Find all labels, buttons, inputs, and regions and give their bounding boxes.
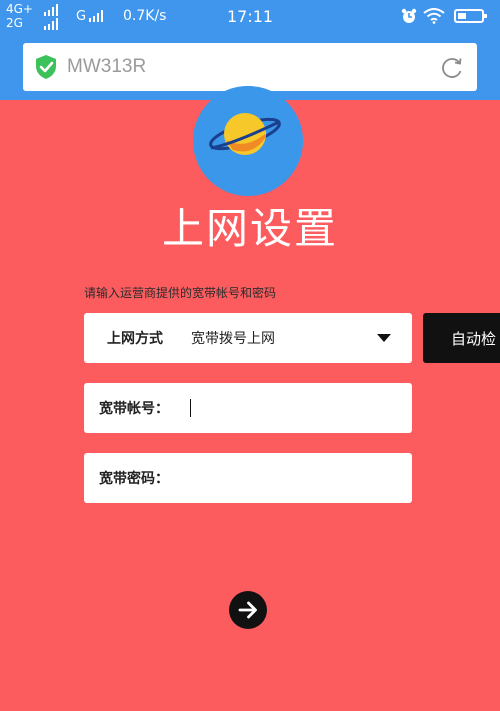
shield-check-icon (36, 55, 56, 79)
planet-logo (193, 86, 303, 196)
connection-method-value[interactable]: 宽带拨号上网 (191, 328, 275, 348)
account-input[interactable] (188, 395, 398, 421)
address-bar[interactable]: MW313R (23, 43, 477, 91)
connection-method-label: 上网方式 (107, 331, 163, 347)
signal-icon-g (89, 10, 103, 22)
network-type: 4G+ 2G (6, 2, 33, 30)
network-type-bottom: 2G (6, 16, 23, 30)
address-url[interactable]: MW313R (67, 56, 146, 78)
password-input[interactable] (188, 465, 398, 491)
next-button[interactable] (229, 591, 267, 629)
auto-detect-button[interactable]: 自动检 (423, 313, 500, 363)
page: 4G+ 2G G 0.7K/s 17:11 MW313R 上网设置 请输入运营商… (0, 0, 500, 711)
form-hint: 请输入运营商提供的宽带帐号和密码 (84, 286, 277, 300)
wifi-icon (423, 8, 445, 24)
top-bar: 4G+ 2G G 0.7K/s 17:11 MW313R (0, 0, 500, 100)
page-title: 上网设置 (161, 204, 338, 253)
account-row: 宽带帐号： (84, 383, 412, 433)
account-label: 宽带帐号： (99, 401, 169, 417)
status-time: 17:11 (227, 7, 274, 26)
alarm-icon (401, 8, 417, 23)
signal-icon-secondary (44, 18, 58, 30)
connection-method-select[interactable]: 上网方式 宽带拨号上网 (84, 313, 412, 363)
reload-icon[interactable] (439, 55, 465, 81)
network-g-label: G (76, 9, 87, 24)
text-cursor (190, 399, 191, 417)
planet-icon (193, 86, 303, 196)
network-speed: 0.7K/s (123, 8, 167, 24)
battery-icon (454, 9, 487, 23)
chevron-down-icon[interactable] (377, 334, 391, 342)
signal-icon (44, 4, 58, 16)
arrow-right-icon (238, 601, 257, 619)
password-label: 宽带密码： (99, 471, 169, 487)
status-bar: 4G+ 2G G 0.7K/s 17:11 (0, 0, 500, 34)
password-row: 宽带密码： (84, 453, 412, 503)
network-type-top: 4G+ (6, 2, 33, 16)
